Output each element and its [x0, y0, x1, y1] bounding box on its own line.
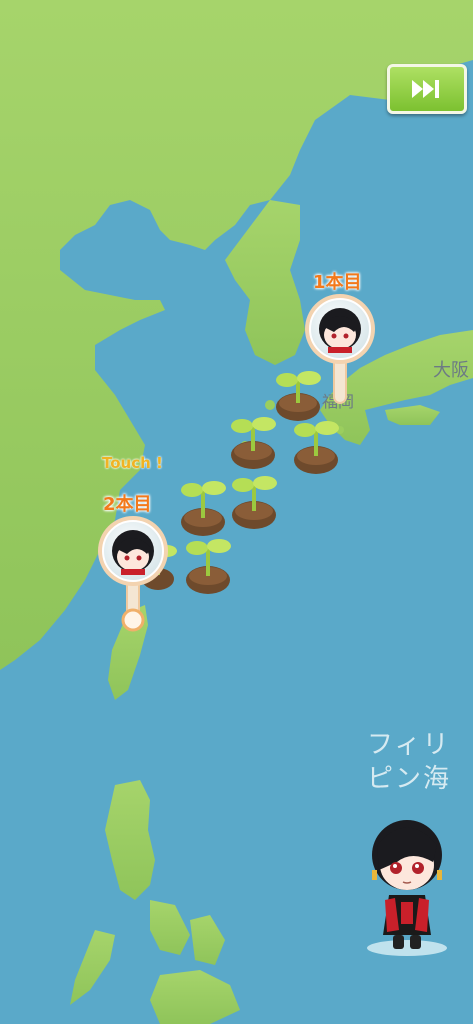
location-pin-1[interactable] — [302, 292, 378, 412]
fast-forward-icon — [412, 80, 439, 98]
skip-button[interactable] — [387, 64, 467, 114]
pin-label-1: 1本目 — [313, 272, 362, 293]
pin-label-2: 2本目 — [103, 494, 152, 515]
sea-label-line1: フィリ — [367, 730, 451, 760]
sea-label-line2: ピン海 — [367, 764, 452, 794]
touch-hint: Touch ! — [102, 454, 163, 472]
sea-label: フィリ ピン海 — [367, 728, 451, 796]
map-background — [0, 0, 473, 1024]
place-label-osaka: 大阪 — [433, 360, 469, 381]
location-pin-2[interactable] — [95, 514, 171, 634]
